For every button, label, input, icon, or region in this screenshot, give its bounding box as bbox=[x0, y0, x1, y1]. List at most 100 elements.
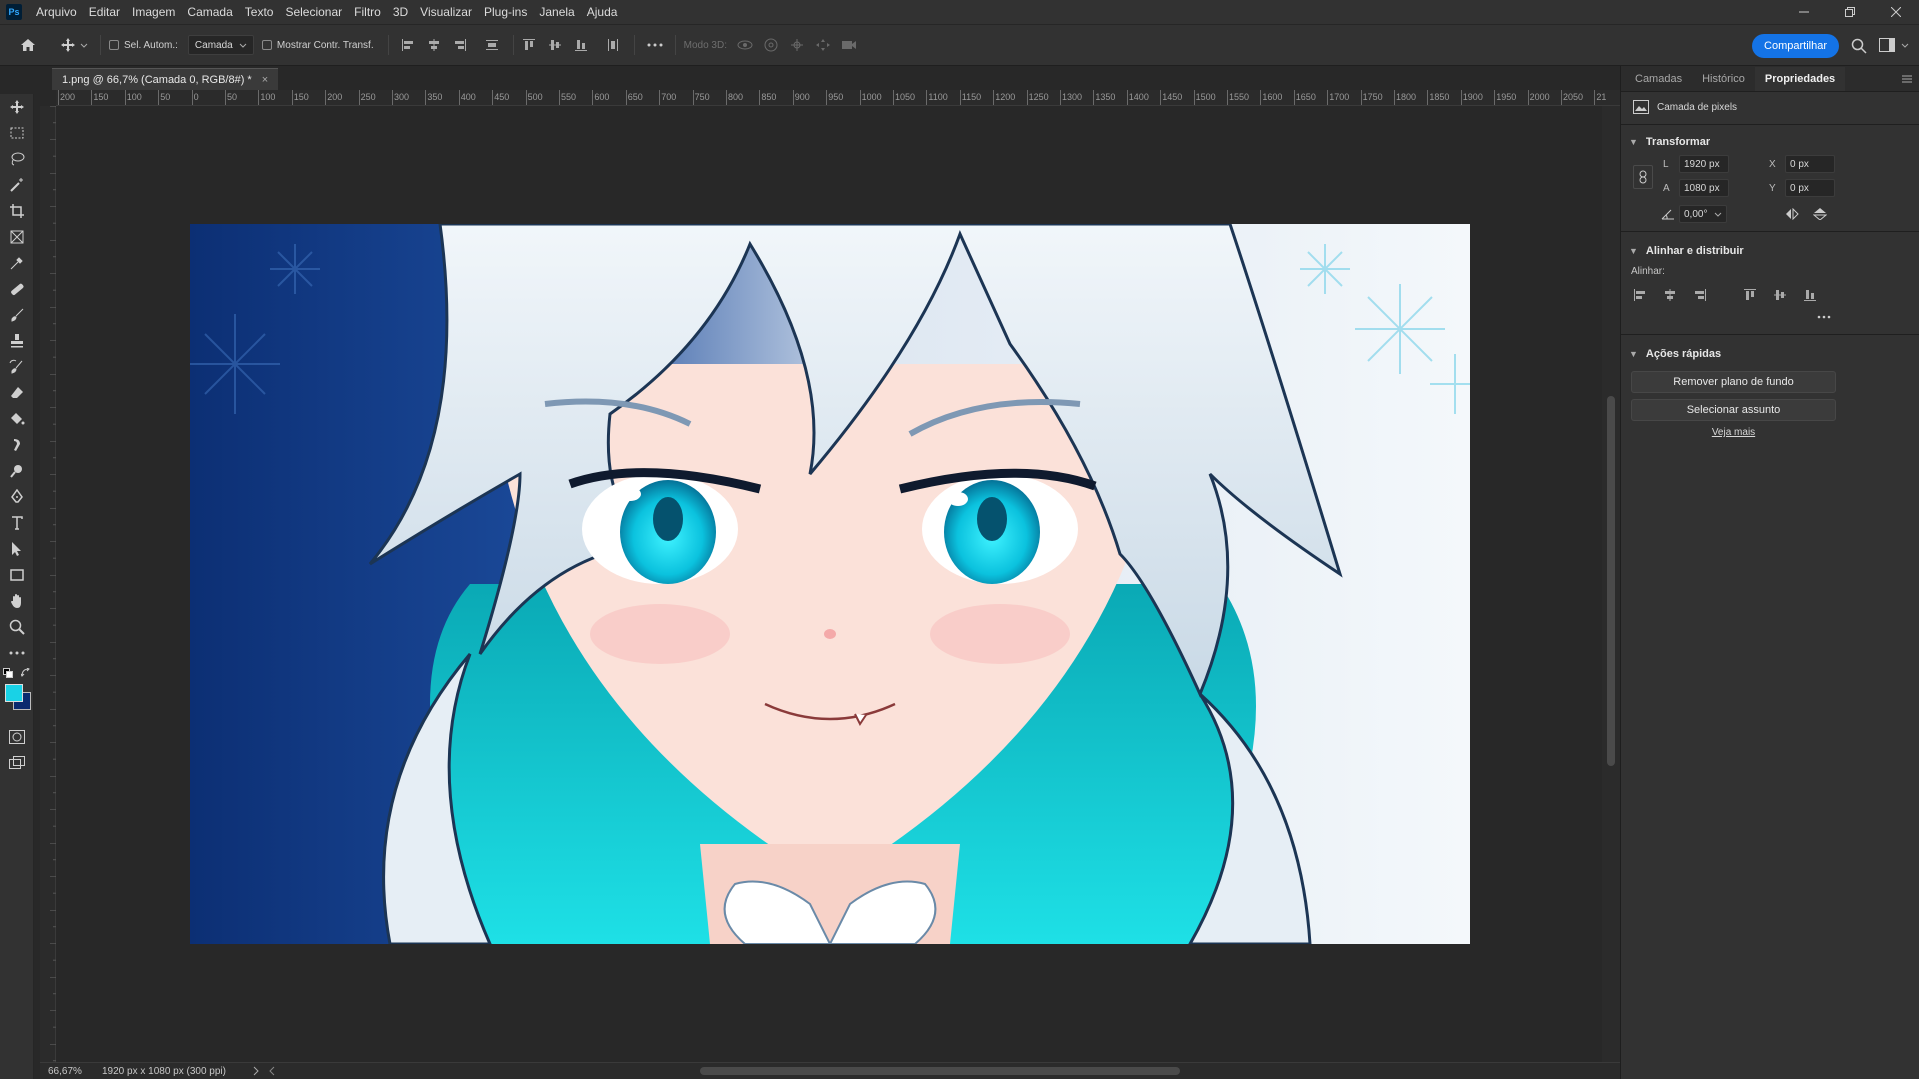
swap-colors-icon[interactable] bbox=[21, 668, 31, 678]
minimize-button[interactable] bbox=[1781, 0, 1827, 24]
auto-select-dropdown[interactable]: Camada bbox=[187, 35, 254, 55]
height-field[interactable]: 1080 px bbox=[1679, 179, 1729, 197]
menu-editar[interactable]: Editar bbox=[83, 0, 126, 24]
edit-toolbar-button[interactable] bbox=[0, 640, 34, 666]
link-dimensions-button[interactable] bbox=[1633, 165, 1653, 189]
chevron-right-icon[interactable] bbox=[252, 1066, 260, 1076]
align-top-icon[interactable] bbox=[1743, 288, 1757, 302]
hand-tool[interactable] bbox=[0, 588, 34, 614]
panel-menu-button[interactable] bbox=[1901, 67, 1913, 91]
tab-layers[interactable]: Camadas bbox=[1625, 67, 1692, 91]
align-bottom-icon[interactable] bbox=[574, 38, 588, 52]
auto-select-toggle[interactable]: Sel. Autom.: bbox=[109, 40, 178, 51]
flip-horizontal-icon[interactable] bbox=[1785, 208, 1799, 220]
align-top-icon[interactable] bbox=[522, 38, 536, 52]
transform-section-header[interactable]: ▼ Transformar bbox=[1621, 131, 1919, 153]
lasso-tool[interactable] bbox=[0, 146, 34, 172]
align-bottom-icon[interactable] bbox=[1803, 288, 1817, 302]
eyedropper-tool[interactable] bbox=[0, 250, 34, 276]
paint-bucket-tool[interactable] bbox=[0, 406, 34, 432]
zoom-level[interactable]: 66,67% bbox=[48, 1066, 96, 1077]
screen-mode-button[interactable] bbox=[0, 750, 34, 776]
menu-selecionar[interactable]: Selecionar bbox=[279, 0, 348, 24]
tab-history[interactable]: Histórico bbox=[1692, 67, 1755, 91]
document-info[interactable]: 1920 px x 1080 px (300 ppi) bbox=[102, 1066, 226, 1077]
align-right-icon[interactable] bbox=[453, 38, 467, 52]
menu-ajuda[interactable]: Ajuda bbox=[581, 0, 624, 24]
show-transform-checkbox[interactable] bbox=[261, 40, 272, 50]
align-right-icon[interactable] bbox=[1693, 288, 1707, 302]
angle-field[interactable]: 0,00° bbox=[1679, 205, 1727, 223]
marquee-tool[interactable] bbox=[0, 120, 34, 146]
distribute-horizontal-icon[interactable] bbox=[606, 38, 620, 52]
pen-tool[interactable] bbox=[0, 484, 34, 510]
more-options-button[interactable] bbox=[643, 43, 667, 47]
move-tool-preset[interactable] bbox=[56, 37, 92, 53]
align-center-h-icon[interactable] bbox=[1663, 288, 1677, 302]
brush-tool[interactable] bbox=[0, 302, 34, 328]
align-left-icon[interactable] bbox=[401, 38, 415, 52]
align-center-h-icon[interactable] bbox=[427, 38, 441, 52]
menu-texto[interactable]: Texto bbox=[239, 0, 280, 24]
ruler-tick bbox=[392, 90, 393, 105]
remove-background-button[interactable]: Remover plano de fundo bbox=[1631, 371, 1836, 393]
search-button[interactable] bbox=[1851, 38, 1867, 54]
artwork-image[interactable] bbox=[190, 224, 1470, 944]
history-brush-tool[interactable] bbox=[0, 354, 34, 380]
chevron-left-icon[interactable] bbox=[268, 1066, 276, 1076]
path-selection-tool[interactable] bbox=[0, 536, 34, 562]
horizontal-scroll-thumb[interactable] bbox=[700, 1067, 1180, 1075]
align-section-header[interactable]: ▼ Alinhar e distribuir bbox=[1621, 240, 1919, 262]
see-more-link[interactable]: Veja mais bbox=[1621, 427, 1846, 438]
default-colors-icon[interactable] bbox=[3, 668, 13, 678]
smudge-tool[interactable] bbox=[0, 432, 34, 458]
auto-select-checkbox[interactable] bbox=[109, 40, 119, 50]
flip-vertical-icon[interactable] bbox=[1813, 208, 1827, 220]
healing-brush-tool[interactable] bbox=[0, 276, 34, 302]
document-tab[interactable]: 1.png @ 66,7% (Camada 0, RGB/8#) * × bbox=[52, 68, 279, 90]
vertical-ruler[interactable] bbox=[40, 106, 56, 1062]
close-window-button[interactable] bbox=[1873, 0, 1919, 24]
move-tool[interactable] bbox=[0, 94, 34, 120]
dodge-tool[interactable] bbox=[0, 458, 34, 484]
canvas-area[interactable] bbox=[56, 106, 1602, 1062]
quick-mask-button[interactable] bbox=[0, 724, 34, 750]
home-button[interactable] bbox=[0, 38, 56, 52]
zoom-tool[interactable] bbox=[0, 614, 34, 640]
menu-imagem[interactable]: Imagem bbox=[126, 0, 181, 24]
width-field[interactable]: 1920 px bbox=[1679, 155, 1729, 173]
horizontal-ruler[interactable]: 200 150 100 50 0 50 100 150 200 250 300 350 400 450 50… bbox=[56, 90, 1620, 106]
menu-plugins[interactable]: Plug-ins bbox=[478, 0, 533, 24]
frame-tool[interactable] bbox=[0, 224, 34, 250]
align-middle-icon[interactable] bbox=[1773, 288, 1787, 302]
restore-button[interactable] bbox=[1827, 0, 1873, 24]
magic-wand-tool[interactable] bbox=[0, 172, 34, 198]
quick-actions-section-header[interactable]: ▼ Ações rápidas bbox=[1621, 343, 1919, 365]
share-button[interactable]: Compartilhar bbox=[1752, 34, 1839, 58]
align-middle-icon[interactable] bbox=[548, 38, 562, 52]
tab-properties[interactable]: Propriedades bbox=[1754, 67, 1846, 91]
vertical-scroll-thumb[interactable] bbox=[1607, 396, 1615, 766]
menu-visualizar[interactable]: Visualizar bbox=[414, 0, 478, 24]
more-align-button[interactable] bbox=[1621, 310, 1919, 326]
rectangle-tool[interactable] bbox=[0, 562, 34, 588]
close-tab-icon[interactable]: × bbox=[262, 74, 268, 86]
distribute-vertical-icon[interactable] bbox=[485, 38, 499, 52]
workspace-button[interactable] bbox=[1879, 38, 1909, 52]
vertical-scrollbar[interactable] bbox=[1602, 106, 1620, 1062]
align-left-icon[interactable] bbox=[1633, 288, 1647, 302]
foreground-color-swatch[interactable] bbox=[5, 684, 23, 702]
y-field[interactable]: 0 px bbox=[1785, 179, 1835, 197]
menu-3d[interactable]: 3D bbox=[387, 0, 414, 24]
menu-filtro[interactable]: Filtro bbox=[348, 0, 387, 24]
select-subject-button[interactable]: Selecionar assunto bbox=[1631, 399, 1836, 421]
eraser-tool[interactable] bbox=[0, 380, 34, 406]
x-field[interactable]: 0 px bbox=[1785, 155, 1835, 173]
menu-janela[interactable]: Janela bbox=[533, 0, 580, 24]
type-tool[interactable] bbox=[0, 510, 34, 536]
crop-tool[interactable] bbox=[0, 198, 34, 224]
show-transform-toggle[interactable]: Mostrar Contr. Transf. bbox=[261, 40, 374, 51]
clone-stamp-tool[interactable] bbox=[0, 328, 34, 354]
menu-camada[interactable]: Camada bbox=[181, 0, 238, 24]
menu-arquivo[interactable]: Arquivo bbox=[30, 0, 83, 24]
